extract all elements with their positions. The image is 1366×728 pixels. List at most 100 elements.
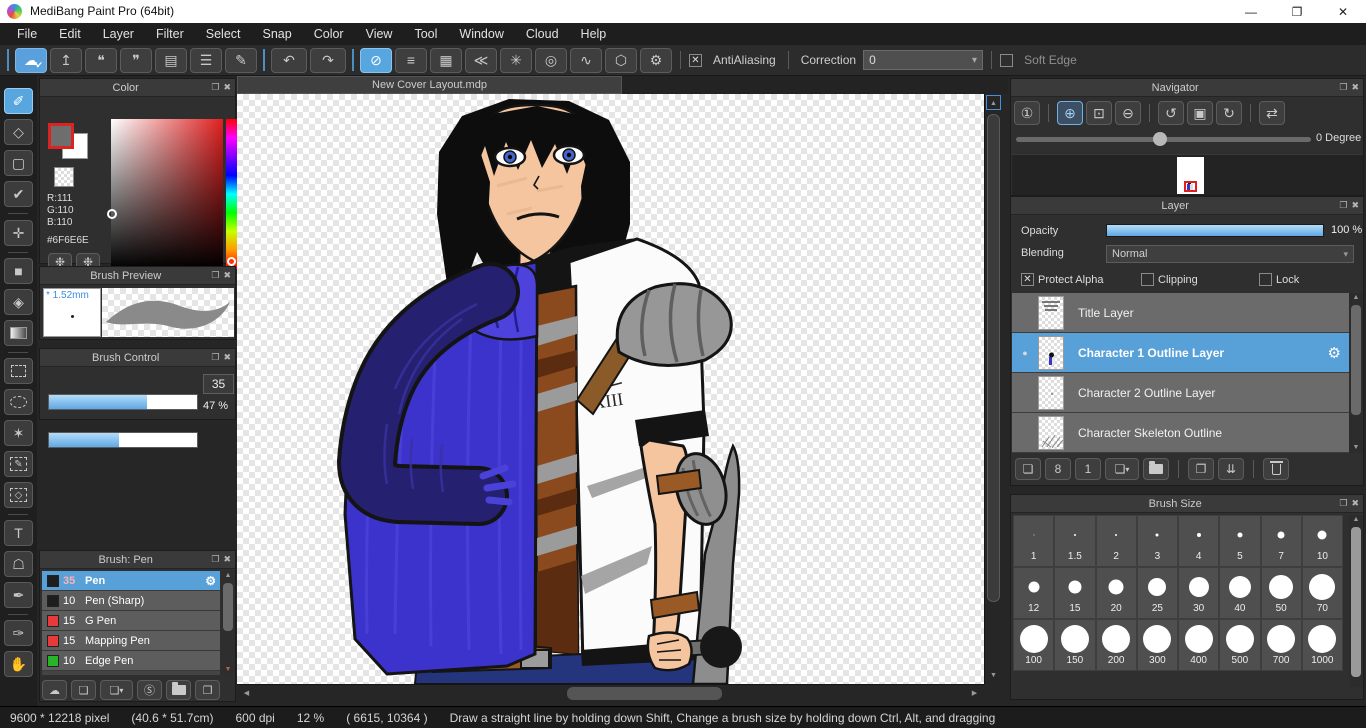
brush-cloud-download-button[interactable]: ☁ <box>42 680 67 700</box>
fit-screen-button[interactable]: ⊡ <box>1086 101 1112 125</box>
layer-folder-button[interactable] <box>1143 458 1169 480</box>
menu-window[interactable]: Window <box>448 23 514 45</box>
menu-filter[interactable]: Filter <box>145 23 195 45</box>
operation-select-tool[interactable]: ☖ <box>4 551 33 577</box>
clipping-checkbox[interactable]: Clipping <box>1141 273 1198 286</box>
brush-size-option[interactable]: 40 <box>1219 567 1260 619</box>
menu-snap[interactable]: Snap <box>252 23 303 45</box>
select-rect-tool[interactable] <box>4 358 33 384</box>
canvas-hscrollbar[interactable]: ◀ ▶ <box>237 684 984 701</box>
reset-rotation-button[interactable]: ▣ <box>1187 101 1213 125</box>
layer-row[interactable]: Title Layer <box>1012 293 1349 333</box>
brush-size-option[interactable]: 2 <box>1096 515 1137 567</box>
popout-icon[interactable]: ❐ <box>211 352 219 363</box>
hand-tool[interactable]: ✋ <box>4 651 33 677</box>
brush-size-option[interactable]: 30 <box>1178 567 1219 619</box>
chat-button[interactable]: ❞ <box>120 48 152 73</box>
menu-edit[interactable]: Edit <box>48 23 92 45</box>
popout-icon[interactable]: ❐ <box>211 82 219 93</box>
snap-settings-button[interactable]: ⚙ <box>640 48 672 73</box>
snap-curve-button[interactable]: ∿ <box>570 48 602 73</box>
close-icon[interactable]: ✖ <box>1351 498 1359 509</box>
scroll-thumb[interactable] <box>1351 527 1361 677</box>
move-tool[interactable]: ✛ <box>4 220 33 246</box>
add-layer-button[interactable]: ❏ <box>1015 458 1041 480</box>
layer-row[interactable]: Character Skeleton Outline <box>1012 413 1349 453</box>
foreground-color-swatch[interactable] <box>48 123 74 149</box>
protect-alpha-checkbox[interactable]: ✕ Protect Alpha <box>1021 273 1103 286</box>
eraser-tool[interactable]: ◇ <box>4 119 33 145</box>
saturation-value-picker[interactable] <box>111 119 223 269</box>
scroll-up-icon[interactable]: ▲ <box>1349 515 1363 525</box>
snap-grid-button[interactable]: ▦ <box>430 48 462 73</box>
scroll-down-icon[interactable]: ▼ <box>986 668 1001 683</box>
canvas-artwork[interactable]: XIII <box>237 94 984 684</box>
menu-tool[interactable]: Tool <box>403 23 448 45</box>
rotation-slider-thumb[interactable] <box>1153 132 1167 146</box>
add-brush-menu-button[interactable]: ❏▾ <box>100 680 133 700</box>
brush-size-option[interactable]: 500 <box>1219 619 1260 671</box>
brush-row[interactable]: 15G Pen <box>42 611 220 631</box>
cloud-save-button[interactable]: ☁✔ <box>15 48 47 73</box>
brush-size-option[interactable]: 15 <box>1054 567 1095 619</box>
brush-settings-icon[interactable]: ⚙ <box>205 574 216 588</box>
sv-marker[interactable] <box>107 209 117 219</box>
scroll-up-icon[interactable]: ▲ <box>1349 293 1363 303</box>
scroll-down-icon[interactable]: ▼ <box>221 665 235 675</box>
brush-size-option[interactable]: 25 <box>1137 567 1178 619</box>
redo-button[interactable]: ↷ <box>310 48 346 73</box>
navigator-preview[interactable] <box>1012 154 1363 195</box>
minimize-button[interactable]: — <box>1228 0 1274 23</box>
add-brush-button[interactable]: ❏ <box>71 680 96 700</box>
shape-tool[interactable]: ▢ <box>4 150 33 176</box>
flip-horizontal-button[interactable]: ⇄ <box>1259 101 1285 125</box>
brush-size-option[interactable]: 4 <box>1178 515 1219 567</box>
add-8bit-layer-button[interactable]: 8 <box>1045 458 1071 480</box>
close-icon[interactable]: ✖ <box>223 82 231 93</box>
text-tool[interactable]: T <box>4 520 33 546</box>
menu-cloud[interactable]: Cloud <box>515 23 570 45</box>
brush-list-scrollbar[interactable]: ▲ ▼ <box>221 571 235 675</box>
brush-row[interactable]: 10Edge Pen <box>42 651 220 671</box>
hscroll-thumb[interactable] <box>567 687 722 700</box>
menu-help[interactable]: Help <box>570 23 618 45</box>
scroll-up-icon[interactable]: ▲ <box>221 571 235 581</box>
brush-folder-button[interactable] <box>166 680 191 700</box>
lock-checkbox[interactable]: Lock <box>1259 273 1299 286</box>
brush-size-option[interactable]: 10 <box>1302 515 1343 567</box>
document-tab[interactable]: New Cover Layout.mdp <box>237 76 622 94</box>
brush-size-option[interactable]: 3 <box>1137 515 1178 567</box>
snap-concentric-button[interactable]: ◎ <box>535 48 567 73</box>
popout-icon[interactable]: ❐ <box>1339 498 1347 509</box>
close-icon[interactable]: ✖ <box>1351 200 1359 211</box>
magic-wand-tool[interactable]: ✶ <box>4 420 33 446</box>
scroll-down-icon[interactable]: ▼ <box>1349 443 1363 453</box>
duplicate-brush-button[interactable]: ❐ <box>195 680 220 700</box>
brush-size-slider[interactable] <box>48 394 198 410</box>
brush-row[interactable]: 10Pen (Sharp) <box>42 591 220 611</box>
gradient-tool[interactable] <box>4 320 33 346</box>
canvas-viewport[interactable]: XIII <box>237 94 984 684</box>
scroll-thumb[interactable] <box>1351 305 1361 415</box>
popout-icon[interactable]: ❐ <box>211 270 219 281</box>
layer-row[interactable]: Character 2 Outline Layer <box>1012 373 1349 413</box>
canvas-vscrollbar[interactable]: ▲ ▼ <box>984 94 1001 684</box>
fill-rect-tool[interactable]: ■ <box>4 258 33 284</box>
snap-radial-button[interactable]: ✳ <box>500 48 532 73</box>
layer-row[interactable]: ●Character 1 Outline Layer⚙ <box>1012 333 1349 373</box>
close-button[interactable]: ✕ <box>1320 0 1366 23</box>
brush-size-value[interactable]: 35 <box>203 374 234 394</box>
select-eraser-tool[interactable]: ◇ <box>4 482 33 508</box>
layer-visible-indicator[interactable]: ● <box>1012 348 1038 358</box>
layer-opacity-slider[interactable] <box>1106 224 1324 237</box>
delete-layer-button[interactable] <box>1263 458 1289 480</box>
scroll-left-icon[interactable]: ◀ <box>239 686 254 701</box>
brush-row[interactable]: 15Mapping Pen <box>42 631 220 651</box>
zoom-100-button[interactable]: ① <box>1014 101 1040 125</box>
pen-tool[interactable]: ✒ <box>4 582 33 608</box>
brush-size-option[interactable]: 7 <box>1261 515 1302 567</box>
merge-layer-button[interactable]: ⇊ <box>1218 458 1244 480</box>
antialiasing-checkbox[interactable]: ✕ <box>689 54 702 67</box>
layer-list-scrollbar[interactable]: ▲ ▼ <box>1349 293 1363 453</box>
brush-row[interactable]: 35Pen⚙ <box>42 571 220 591</box>
